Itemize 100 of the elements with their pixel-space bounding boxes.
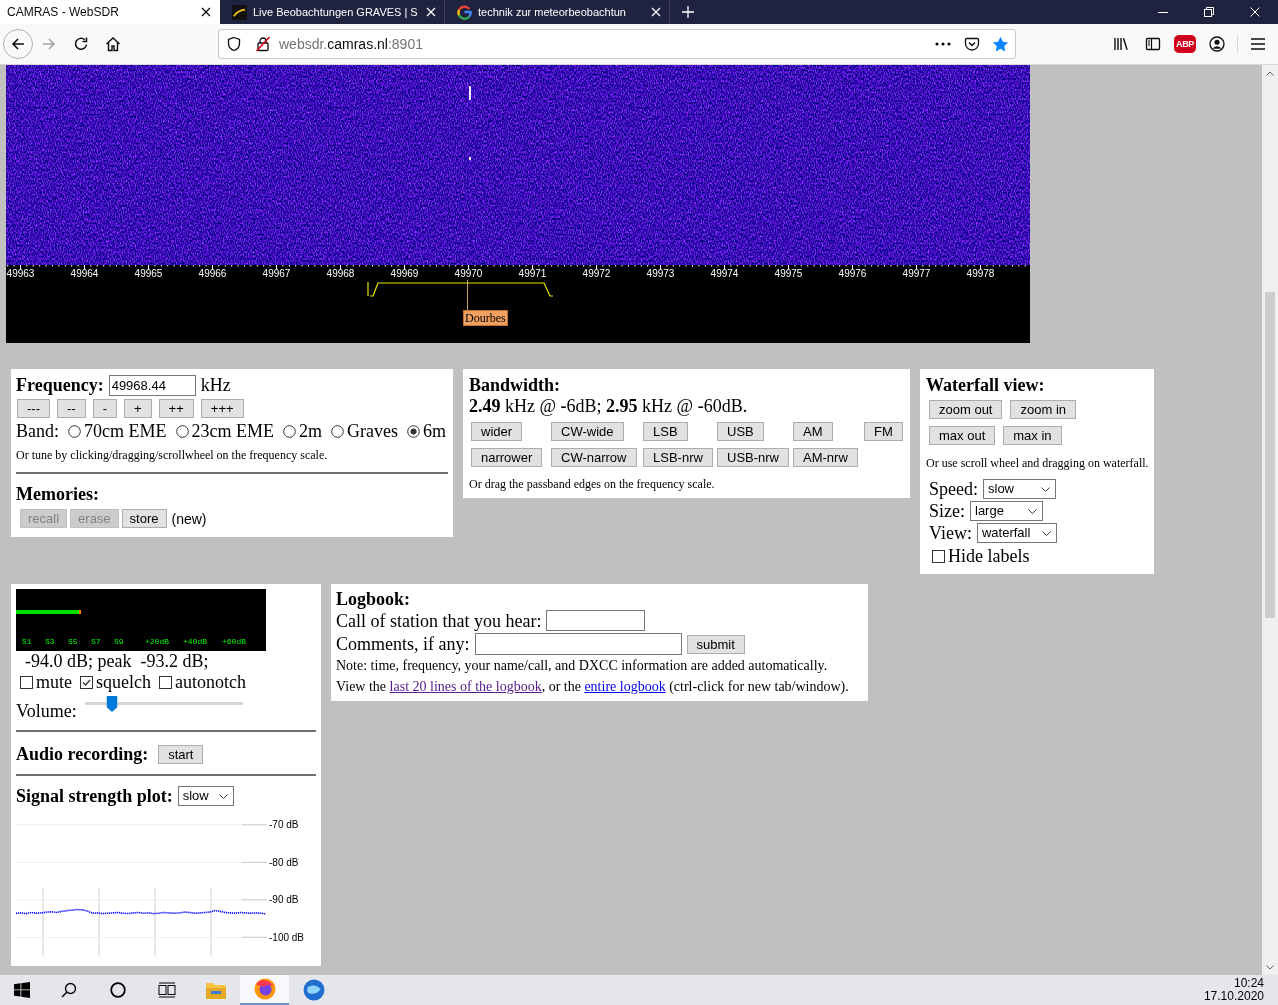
sidebar-icon[interactable]	[1145, 36, 1161, 52]
tune-step-button[interactable]: +	[124, 399, 152, 418]
zoom-button[interactable]: zoom out	[929, 400, 1003, 419]
zoom-button[interactable]: max in	[1003, 426, 1062, 445]
more-icon[interactable]	[935, 42, 951, 46]
frequency-label: 49974	[710, 268, 739, 279]
mode-button[interactable]: FM	[864, 422, 903, 441]
unit-label: kHz	[200, 374, 231, 396]
logbook-link[interactable]: last 20 lines of the logbook	[389, 679, 542, 694]
dropdown[interactable]: waterfall	[976, 523, 1058, 543]
frequency-input[interactable]: 49968.44	[108, 374, 196, 396]
adblock-button[interactable]: ABP	[1173, 34, 1197, 54]
band-option-label[interactable]: 23cm EME	[191, 421, 274, 441]
s-meter-label: +60dB	[222, 637, 246, 646]
band-option-label[interactable]: 70cm EME	[84, 421, 167, 441]
restore-icon[interactable]	[1204, 7, 1214, 17]
dropdown[interactable]: large	[970, 501, 1043, 521]
home-icon[interactable]	[105, 36, 121, 52]
logbook-link[interactable]: entire logbook	[584, 679, 666, 694]
taskbar-app-button[interactable]	[240, 975, 289, 1005]
s-meter-label: S1	[22, 637, 32, 646]
submit-button[interactable]: submit	[686, 634, 745, 654]
frequency-label: 49964	[70, 268, 99, 279]
frequency-label: 49976	[838, 268, 867, 279]
band-option-label[interactable]: 2m	[299, 421, 322, 441]
new-tab-icon[interactable]	[681, 5, 695, 19]
frequency-scale[interactable]: 49963 49964 49965 49966 49967 49968 49969 49970 49971 49972 49973 49974 49975 49976 49977 49978 Dourbes	[6, 265, 1030, 343]
checkbox-label[interactable]: Hide labels	[948, 546, 1030, 566]
search-icon[interactable]	[60, 982, 77, 998]
pocket-icon[interactable]	[964, 36, 980, 52]
dropdown[interactable]: slow	[177, 786, 234, 806]
mode-button[interactable]: LSB-nrw	[643, 448, 713, 467]
radio-button[interactable]	[175, 424, 189, 438]
volume-slider[interactable]	[84, 696, 243, 712]
shield-icon[interactable]	[226, 36, 242, 52]
chevron-down-icon	[1042, 530, 1052, 536]
tune-step-button[interactable]: ---	[17, 399, 50, 418]
checkbox-label[interactable]: autonotch	[175, 672, 246, 692]
chevron-down-icon	[1028, 508, 1037, 514]
back-button[interactable]	[3, 29, 33, 59]
s-meter-label: S5	[68, 637, 78, 646]
mode-button[interactable]: USB-nrw	[717, 448, 789, 467]
band-option-label[interactable]: Graves	[347, 421, 398, 441]
dropdown[interactable]: slow	[983, 479, 1056, 499]
minimize-icon[interactable]	[1158, 11, 1168, 13]
checkbox[interactable]	[159, 675, 172, 689]
tune-step-button[interactable]: -	[92, 399, 117, 418]
zoom-button[interactable]: zoom in	[1010, 400, 1076, 419]
volume-thumb[interactable]	[106, 696, 118, 712]
chevron-down-icon	[218, 793, 228, 799]
tune-step-button[interactable]: ++	[158, 399, 194, 418]
mode-button[interactable]: wider	[471, 422, 523, 441]
checkbox[interactable]	[80, 675, 93, 689]
radio-button[interactable]	[407, 424, 420, 438]
mode-button[interactable]: CW-narrow	[551, 448, 637, 467]
tune-step-button[interactable]: --	[57, 399, 86, 418]
close-icon[interactable]	[201, 7, 211, 17]
radio-button[interactable]	[331, 424, 344, 438]
zoom-button[interactable]: max out	[929, 426, 996, 445]
mode-button[interactable]: USB	[717, 422, 764, 441]
radio-button[interactable]	[68, 424, 81, 438]
frequency-label: 49975	[774, 268, 803, 279]
library-icon[interactable]	[1113, 36, 1129, 52]
scroll-down-icon[interactable]	[1266, 964, 1274, 970]
band-option-label[interactable]: 6m	[423, 421, 446, 441]
task-view-icon[interactable]	[157, 982, 176, 998]
frequency-label: 49967	[262, 268, 291, 279]
insecure-lock-icon[interactable]	[255, 36, 271, 52]
passband-marker[interactable]	[367, 281, 554, 297]
mode-button[interactable]: AM	[793, 422, 833, 441]
browser-tab[interactable]: CAMRAS - WebSDR	[0, 0, 220, 24]
frequency-label: 49972	[582, 268, 611, 279]
checkbox[interactable]	[20, 675, 33, 689]
record-button[interactable]: start	[158, 745, 204, 764]
frequency-label: 49973	[646, 268, 675, 279]
station-label[interactable]: Dourbes	[463, 310, 508, 326]
axis-label: -90 dB	[269, 894, 299, 906]
account-icon[interactable]	[1209, 36, 1225, 52]
call-input[interactable]	[546, 610, 646, 631]
memory-button[interactable]: store	[121, 509, 167, 528]
scrollbar-thumb[interactable]	[1265, 292, 1275, 618]
comments-input[interactable]	[474, 632, 682, 655]
tune-step-button[interactable]: +++	[200, 399, 244, 418]
mode-button[interactable]: LSB	[643, 422, 688, 441]
star-icon[interactable]	[992, 35, 1009, 53]
scroll-up-icon[interactable]	[1266, 70, 1274, 76]
mode-button[interactable]: narrower	[471, 448, 543, 467]
checkbox-label[interactable]: squelch	[96, 672, 151, 692]
checkbox[interactable]	[932, 549, 945, 563]
checkbox-label[interactable]: mute	[36, 672, 72, 692]
ring-icon[interactable]	[109, 982, 126, 998]
radio-button[interactable]	[283, 424, 296, 438]
address-bar[interactable]: websdr.camras.nl:8901	[218, 29, 1016, 59]
menu-icon[interactable]	[1251, 38, 1265, 50]
start-icon[interactable]	[14, 982, 30, 998]
mode-button[interactable]: CW-wide	[551, 422, 624, 441]
swoosh-logo-icon	[232, 4, 247, 20]
reload-icon[interactable]	[73, 36, 89, 52]
mode-button[interactable]: AM-nrw	[793, 448, 858, 467]
s-meter-label: S9	[114, 637, 124, 646]
